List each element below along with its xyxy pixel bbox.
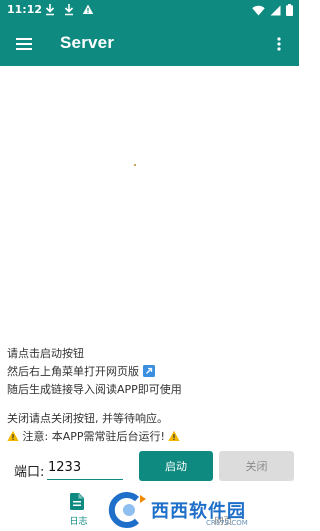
start-button[interactable]: 启动 [139,451,213,481]
document-icon [70,493,84,510]
warning-icon [7,430,19,441]
app-bar: Server [0,21,299,66]
menu-button[interactable] [12,32,36,56]
instruction-line-4: 关闭请点关闭按钮, 并等待响应。 [7,412,168,425]
instruction-line-5: 注意: 本APP需常驻后台运行! [7,430,181,444]
instruction-line-5-text: 注意: 本APP需常驻后台运行! [22,430,165,443]
page-title: Server [60,33,115,52]
signal-icon [270,5,281,15]
port-label: 端口: [14,465,45,480]
hamburger-menu-icon [16,38,32,50]
status-bar: 11:12 [0,0,299,21]
warning-icon [82,4,94,14]
battery-icon [286,4,293,16]
stop-button[interactable]: 关闭 [219,451,294,481]
port-input[interactable] [47,456,123,480]
instruction-line-2-text: 然后右上角菜单打开网页版 [7,365,139,378]
port-row: 端口: 启动 关闭 [0,450,299,484]
status-time: 11:12 [7,3,43,16]
download-icon [64,4,74,16]
watermark-sub: CR173.COM [206,519,248,527]
watermark: 西西软件园 CR173.COM [107,490,295,530]
warning-icon [168,430,181,441]
more-vert-icon [277,37,281,51]
instruction-line-1: 请点击启动按钮 [7,347,84,360]
external-link-icon [142,365,155,377]
instruction-line-3: 随后生成链接导入阅读APP即可使用 [7,383,182,396]
instruction-line-2: 然后右上角菜单打开网页版 [7,365,155,379]
watermark-logo-icon [108,492,146,528]
system-icons [252,4,293,16]
overflow-menu-button[interactable] [267,32,291,56]
log-dot [134,164,136,166]
download-icon [45,4,55,16]
notification-icons [44,3,94,16]
wifi-icon [252,5,265,15]
